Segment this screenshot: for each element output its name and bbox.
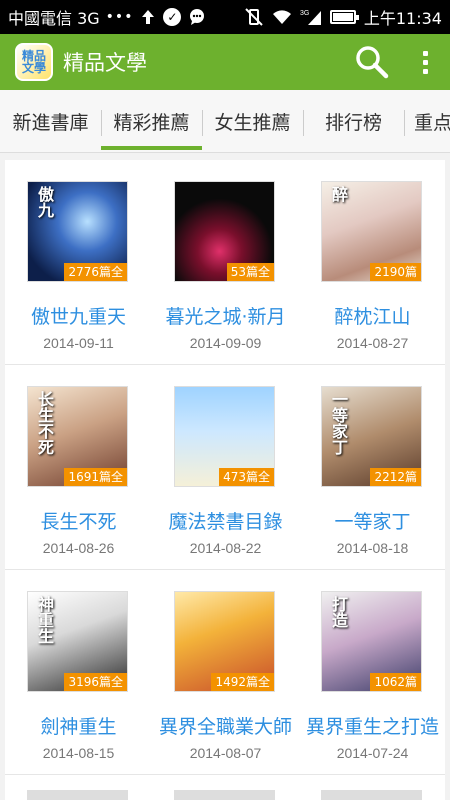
book-title[interactable]: 劍神重生	[5, 712, 152, 739]
chapter-count-badge: 53篇全	[226, 263, 274, 281]
book-title[interactable]: 一等家丁	[299, 507, 445, 534]
more-notifications-icon: •••	[105, 9, 134, 25]
chapter-count-badge: 2190篇	[370, 263, 421, 281]
chat-bubble-icon	[188, 8, 206, 26]
book-date: 2014-07-24	[336, 745, 409, 761]
book-date: 2014-09-11	[43, 335, 114, 351]
book-title[interactable]: 傲世九重天	[5, 302, 152, 329]
chapter-count-badge: 1492篇全	[211, 673, 274, 691]
book-card[interactable]: 长生不死 1691篇全 長生不死 2014-08-26	[5, 365, 152, 570]
app-bar: 精品文學 精品文學	[0, 34, 450, 90]
chapter-count-badge: 2776篇全	[64, 263, 127, 281]
wifi-icon	[272, 9, 292, 25]
carrier-label: 中國電信 3G	[8, 9, 100, 28]
book-title[interactable]: 異界全職業大師	[152, 712, 299, 739]
app-logo[interactable]: 精品文學	[15, 43, 53, 81]
battery-icon	[329, 10, 359, 24]
clock: 上午11:34	[363, 9, 442, 28]
book-cover[interactable]: 神重生 3196篇全	[27, 591, 128, 692]
cover-text: 傲九	[35, 186, 54, 218]
book-card[interactable]: 神重生 3196篇全 劍神重生 2014-08-15	[5, 570, 152, 775]
cell-signal-icon: 3G	[300, 8, 322, 26]
book-title[interactable]: 異界重生之打造	[299, 712, 445, 739]
book-row: 神重生 3196篇全 劍神重生 2014-08-15 1492篇全 異界全職業大師…	[5, 570, 445, 775]
app-logo-text: 精品文學	[21, 49, 46, 75]
upload-arrow-icon	[140, 9, 156, 25]
book-grid: 傲九 2776篇全 傲世九重天 2014-09-11 53篇全 暮光之城·新月 2…	[5, 160, 445, 800]
tab-featured[interactable]: 重点	[404, 90, 450, 152]
book-title[interactable]: 魔法禁書目錄	[152, 507, 299, 534]
book-date: 2014-08-07	[189, 745, 262, 761]
tab-female-picks[interactable]: 女生推薦	[202, 90, 303, 152]
chapter-count-badge: 2212篇	[370, 468, 421, 486]
cover-text: 神重生	[35, 596, 54, 644]
book-cover[interactable]: 53篇全	[174, 181, 275, 282]
tab-recommended[interactable]: 精彩推薦	[101, 90, 202, 152]
book-date: 2014-09-09	[189, 335, 262, 351]
book-card[interactable]: 473篇全 魔法禁書目錄 2014-08-22	[152, 365, 299, 570]
book-cover[interactable]: 打造 1062篇	[321, 591, 422, 692]
book-title[interactable]: 長生不死	[5, 507, 152, 534]
cover-text: 一等家丁	[329, 391, 348, 455]
book-card[interactable]: 1492篇全 異界全職業大師 2014-08-07	[152, 570, 299, 775]
book-date: 2014-08-22	[189, 540, 262, 556]
chapter-count-badge: 3196篇全	[64, 673, 127, 691]
book-date: 2014-08-15	[42, 745, 115, 761]
cover-text: 长生不死	[35, 391, 54, 455]
book-row: 长生不死 1691篇全 長生不死 2014-08-26 473篇全 魔法禁書目錄 …	[5, 365, 445, 570]
chapter-count-badge: 473篇全	[219, 468, 274, 486]
overflow-menu-icon	[422, 50, 428, 56]
book-date: 2014-08-27	[336, 335, 409, 351]
chapter-count-badge: 1691篇全	[64, 468, 127, 486]
search-icon	[356, 46, 389, 79]
book-cover[interactable]: 1492篇全	[174, 591, 275, 692]
book-card[interactable]: 53篇全 暮光之城·新月 2014-09-09	[152, 160, 299, 365]
vibrate-off-icon	[244, 8, 264, 26]
book-cover[interactable]: 傲九 2776篇全	[27, 181, 128, 282]
search-button[interactable]	[344, 34, 400, 90]
category-tabs: 新進書庫 精彩推薦 女生推薦 排行榜 重点	[0, 90, 450, 153]
book-card[interactable]: 醉 2190篇 醉枕江山 2014-08-27	[299, 160, 445, 365]
tab-new-books[interactable]: 新進書庫	[0, 90, 101, 152]
book-title[interactable]: 暮光之城·新月	[152, 302, 299, 329]
book-cover[interactable]: 长生不死 1691篇全	[27, 386, 128, 487]
tab-rankings[interactable]: 排行榜	[303, 90, 404, 152]
book-date: 2014-08-26	[42, 540, 115, 556]
book-date: 2014-08-18	[336, 540, 409, 556]
book-title[interactable]: 醉枕江山	[299, 302, 445, 329]
book-card[interactable]: 打造 1062篇 異界重生之打造 2014-07-24	[299, 570, 445, 775]
book-cover[interactable]: 473篇全	[174, 386, 275, 487]
cover-text: 打造	[329, 596, 348, 628]
app-title: 精品文學	[63, 51, 147, 75]
book-card[interactable]: 一等家丁 2212篇 一等家丁 2014-08-18	[299, 365, 445, 570]
book-cover[interactable]: 醉 2190篇	[321, 181, 422, 282]
chapter-count-badge: 1062篇	[370, 673, 421, 691]
svg-text:3G: 3G	[300, 10, 309, 17]
book-row: 傲九 2776篇全 傲世九重天 2014-09-11 53篇全 暮光之城·新月 2…	[5, 160, 445, 365]
overflow-menu-button[interactable]	[400, 34, 450, 90]
cover-text: 醉	[329, 186, 348, 202]
book-card[interactable]: 傲九 2776篇全 傲世九重天 2014-09-11	[5, 160, 152, 365]
status-bar: 中國電信 3G ••• ✓ 3G 上午11:34	[0, 0, 450, 34]
book-cover[interactable]: 一等家丁 2212篇	[321, 386, 422, 487]
next-row-peek	[5, 776, 445, 800]
check-circle-icon: ✓	[163, 8, 182, 26]
